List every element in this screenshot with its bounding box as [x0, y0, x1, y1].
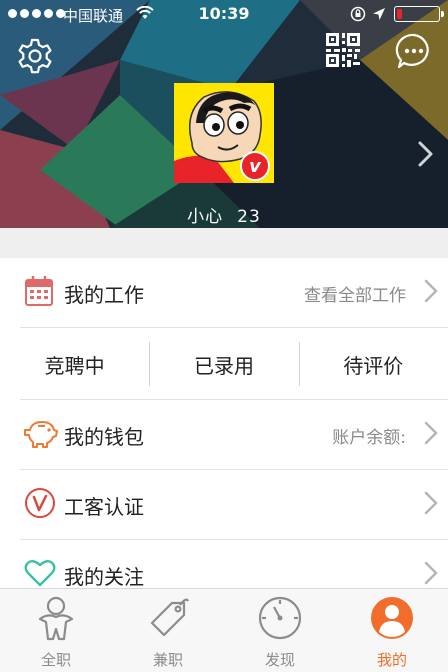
profile-menu: 我的工作 查看全部工作 竞聘中 已录用 待评价 我的钱包 账户余额: 工客认证 — [0, 258, 448, 610]
profile-header: 中国联通 10:39 v 小心 23 — [0, 0, 448, 228]
tab-competing[interactable]: 竞聘中 — [0, 328, 149, 400]
tab-hired[interactable]: 已录用 — [149, 328, 298, 400]
chevron-right-icon — [418, 141, 433, 167]
compass-icon — [257, 595, 303, 645]
user-name-age: 小心 23 — [0, 202, 448, 227]
chevron-right-icon — [424, 421, 438, 449]
account-balance-label: 账户余额: — [332, 427, 406, 448]
heart-icon — [24, 558, 56, 592]
my-work-title: 我的工作 — [64, 282, 144, 307]
location-icon — [372, 7, 386, 25]
qr-code-button[interactable] — [325, 32, 361, 72]
tab-fulltime-label: 全职 — [40, 651, 71, 669]
status-bar: 中国联通 10:39 — [0, 0, 448, 30]
user-age: 23 — [237, 207, 261, 227]
my-wallet-title: 我的钱包 — [64, 424, 144, 449]
settings-button[interactable] — [16, 37, 54, 79]
my-work-row[interactable]: 我的工作 查看全部工作 — [0, 258, 448, 328]
calendar-icon — [24, 275, 54, 311]
tab-discover-label: 发现 — [264, 651, 295, 669]
chevron-right-icon — [424, 561, 438, 589]
tab-fulltime[interactable]: 全职 — [0, 589, 112, 672]
profile-icon — [369, 595, 415, 645]
tab-parttime-label: 兼职 — [152, 651, 183, 669]
tag-icon — [146, 595, 190, 645]
chat-bubble-icon — [395, 33, 429, 69]
rotation-lock-icon — [350, 6, 366, 26]
gear-icon — [18, 38, 52, 74]
v-badge-icon — [24, 487, 56, 523]
certification-row[interactable]: 工客认证 — [0, 470, 448, 540]
user-name: 小心 — [187, 207, 224, 227]
person-icon — [34, 595, 78, 645]
tab-discover[interactable]: 发现 — [224, 589, 336, 672]
tab-pending-review[interactable]: 待评价 — [298, 328, 448, 400]
profile-detail-arrow[interactable] — [417, 140, 435, 172]
verified-badge: v — [240, 151, 270, 181]
view-all-work-link[interactable]: 查看全部工作 — [304, 281, 406, 306]
battery-icon — [394, 6, 444, 22]
tab-mine-label: 我的 — [376, 651, 407, 669]
certification-title: 工客认证 — [64, 494, 144, 519]
work-status-tabs: 竞聘中 已录用 待评价 — [0, 328, 448, 400]
tab-mine[interactable]: 我的 — [336, 589, 448, 672]
avatar[interactable]: v — [174, 83, 274, 183]
bottom-tab-bar: 全职 兼职 发现 我的 — [0, 588, 448, 672]
my-wallet-row[interactable]: 我的钱包 账户余额: — [0, 400, 448, 470]
chevron-right-icon — [424, 279, 438, 307]
my-follows-title: 我的关注 — [64, 564, 144, 589]
piggy-bank-icon — [24, 418, 58, 452]
tab-parttime[interactable]: 兼职 — [112, 589, 224, 672]
qr-code-icon — [326, 33, 360, 67]
messages-button[interactable] — [395, 32, 433, 74]
chevron-right-icon — [424, 491, 438, 519]
